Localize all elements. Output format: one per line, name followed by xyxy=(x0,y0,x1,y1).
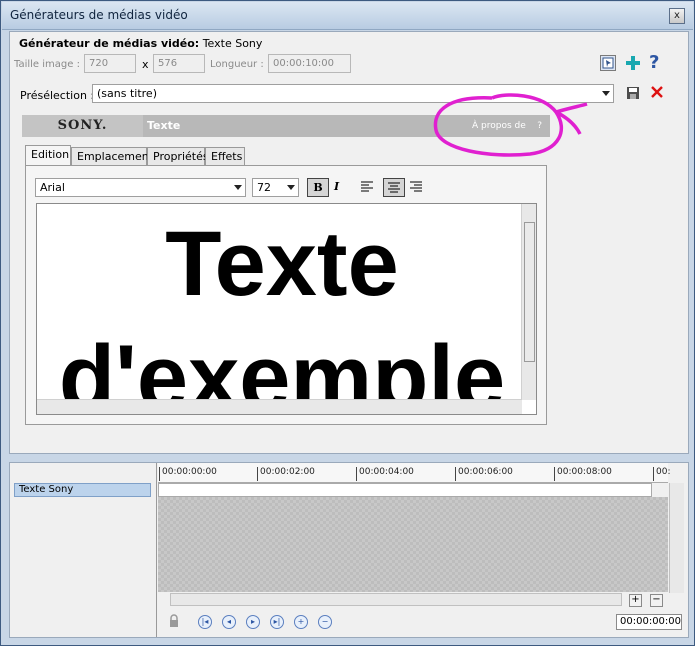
go-to-start-icon[interactable]: |◂ xyxy=(198,615,212,629)
track-area xyxy=(158,497,668,592)
font-value: Arial xyxy=(40,181,65,194)
tab-emplacement[interactable]: Emplacement xyxy=(71,147,153,165)
image-width-field: 720 xyxy=(84,54,136,73)
generator-window: Générateurs de médias vidéo x Générateur… xyxy=(0,0,695,646)
tab-proprietes[interactable]: Propriétés xyxy=(147,147,209,165)
editor-vertical-scrollbar[interactable] xyxy=(521,204,536,400)
generator-panel: Générateur de médias vidéo: Texte Sony T… xyxy=(9,31,689,454)
ruler-tick: 00:00:04:00 xyxy=(356,467,414,481)
editor-scroll-thumb[interactable] xyxy=(524,222,535,362)
editor-line-1: Texte xyxy=(165,213,399,315)
zoom-out-button[interactable]: − xyxy=(650,594,663,607)
help-icon[interactable]: ? xyxy=(649,52,659,73)
align-left-icon[interactable] xyxy=(360,181,374,196)
lock-icon[interactable] xyxy=(167,614,181,631)
track-item[interactable]: Texte Sony xyxy=(14,483,151,497)
generator-heading-value: Texte Sony xyxy=(202,37,263,50)
ruler-tick: 00:00:02:00 xyxy=(257,467,315,481)
image-height-field: 576 xyxy=(153,54,205,73)
window-title: Générateurs de médias vidéo xyxy=(10,8,188,22)
title-bar: Générateurs de médias vidéo x xyxy=(2,2,693,30)
zoom-in-button[interactable]: + xyxy=(629,594,642,607)
align-right-icon[interactable] xyxy=(409,181,423,196)
go-to-end-icon[interactable]: ▸| xyxy=(270,615,284,629)
add-keyframe-icon[interactable]: + xyxy=(294,615,308,629)
timeline-vertical-scrollbar[interactable] xyxy=(669,483,684,593)
previous-frame-icon[interactable]: ◂ xyxy=(222,615,236,629)
close-button[interactable]: x xyxy=(669,8,685,24)
remove-keyframe-icon[interactable]: − xyxy=(318,615,332,629)
delete-preset-icon[interactable] xyxy=(650,85,664,102)
plugin-name: Texte xyxy=(147,119,181,132)
font-size-dropdown[interactable]: 72 xyxy=(252,178,299,197)
tab-effets[interactable]: Effets xyxy=(205,147,245,165)
track-lane[interactable] xyxy=(158,483,652,497)
image-size-label: Taille image : xyxy=(14,59,80,70)
ruler-tick: 00: xyxy=(653,467,670,481)
align-center-icon[interactable] xyxy=(383,178,405,197)
ruler-tick: 00:00:00:00 xyxy=(159,467,217,481)
annotation-circle xyxy=(433,93,588,157)
tab-edition[interactable]: Edition xyxy=(25,145,71,166)
timeline-panel: Texte Sony 00:00:00:00 00:00:02:00 00:00… xyxy=(9,462,689,638)
time-display[interactable]: 00:00:00:00 xyxy=(616,614,682,630)
italic-button[interactable]: I xyxy=(334,180,339,193)
ruler-tick: 00:00:08:00 xyxy=(554,467,612,481)
bold-button[interactable]: B xyxy=(307,178,329,197)
generator-heading: Générateur de médias vidéo: Texte Sony xyxy=(19,37,262,50)
next-frame-icon[interactable]: ▸ xyxy=(246,615,260,629)
chevron-down-icon xyxy=(234,185,242,190)
save-preset-icon[interactable] xyxy=(626,86,640,103)
size-separator: x xyxy=(142,58,149,71)
editor-horizontal-scrollbar[interactable] xyxy=(37,399,522,414)
chevron-down-icon xyxy=(287,185,295,190)
generator-heading-label: Générateur de médias vidéo: xyxy=(19,37,200,50)
timeline-horizontal-scrollbar[interactable] xyxy=(170,593,622,606)
sony-logo: SONY. xyxy=(22,115,143,137)
add-plugin-icon[interactable] xyxy=(624,54,642,72)
font-size-value: 72 xyxy=(257,181,271,194)
preset-value: (sans titre) xyxy=(97,87,157,100)
time-ruler[interactable]: 00:00:00:00 00:00:02:00 00:00:04:00 00:0… xyxy=(158,463,670,483)
chevron-down-icon xyxy=(602,91,610,96)
text-editor[interactable]: Texte d'exemple xyxy=(36,203,537,415)
ruler-tick: 00:00:06:00 xyxy=(455,467,513,481)
cursor-tool-icon[interactable] xyxy=(600,55,616,71)
length-field: 00:00:10:00 xyxy=(268,54,351,73)
length-label: Longueur : xyxy=(210,59,264,70)
font-dropdown[interactable]: Arial xyxy=(35,178,246,197)
preset-label: Présélection : xyxy=(20,89,95,102)
track-list: Texte Sony xyxy=(10,463,157,637)
